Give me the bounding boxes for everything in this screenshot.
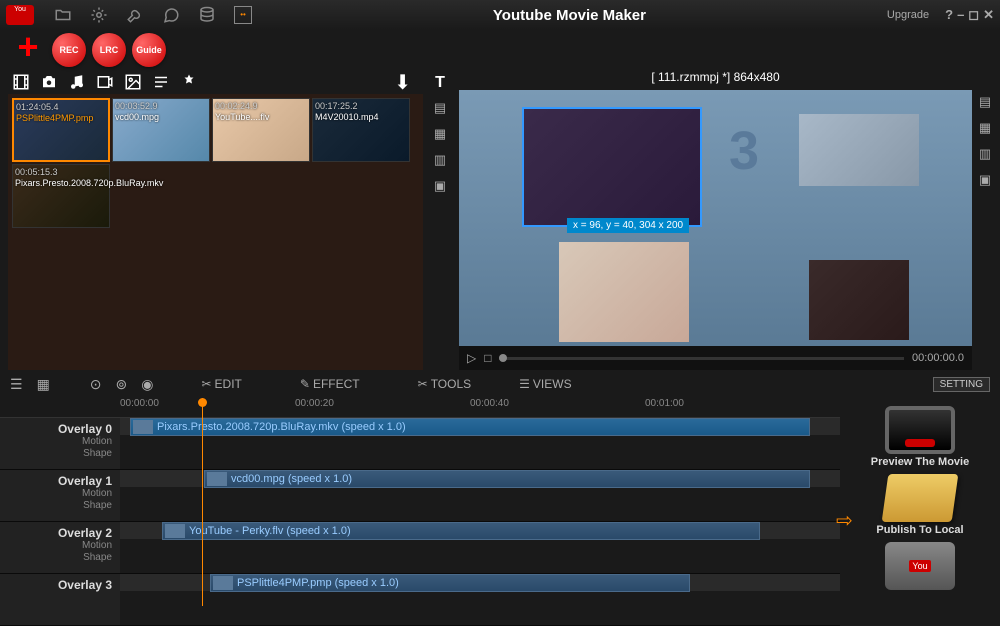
media-item[interactable]: 01:24:05.4PSPlittle4PMP.pmp (12, 98, 110, 162)
snap-grid-icon[interactable]: ▣ (976, 172, 994, 190)
image-icon[interactable] (124, 73, 142, 91)
help-icon[interactable]: ? (945, 7, 953, 23)
effect-button[interactable]: ✎EFFECT (300, 377, 360, 391)
playhead[interactable] (202, 398, 203, 606)
play-circle-icon[interactable]: ⊚ (116, 376, 128, 393)
gear-icon[interactable] (90, 6, 108, 24)
preview-movie-button[interactable]: Preview The Movie (871, 406, 969, 468)
chat-icon[interactable] (162, 6, 180, 24)
edit-button[interactable]: ✂EDIT (201, 377, 241, 391)
timeline-clip[interactable]: PSPlittle4PMP.pmp (speed x 1.0) (210, 574, 690, 592)
playback-controls: ▷ □ 00:00:00.0 (459, 346, 972, 370)
overlay-clip[interactable] (809, 260, 909, 340)
timecode: 00:00:00.0 (912, 352, 964, 364)
close-icon[interactable]: ✕ (983, 7, 994, 23)
top-menu-bar: You •• Youtube Movie Maker Upgrade ? – ◻… (0, 0, 1000, 30)
film-icon[interactable] (12, 73, 30, 91)
overlay-clip[interactable] (799, 114, 919, 186)
seek-bar[interactable] (499, 357, 904, 360)
timeline-clip[interactable]: Pixars.Presto.2008.720p.BluRay.mkv (spee… (130, 418, 810, 436)
logo-icon: You (6, 5, 34, 25)
align-left-icon[interactable]: ▤ (431, 100, 449, 118)
views-button[interactable]: ☰VIEWS (519, 377, 571, 391)
align-center-icon[interactable]: ▦ (431, 126, 449, 144)
align-right-icon[interactable]: ▥ (431, 152, 449, 170)
wrench-icon[interactable] (126, 6, 144, 24)
media-item[interactable]: 00:02:24.9YouTube....flv (212, 98, 310, 162)
download-icon[interactable]: ⬇ (394, 70, 411, 95)
snap-top-icon[interactable]: ▤ (976, 94, 994, 112)
preview-title: [ 111.rzmmpj *] 864x480 (455, 70, 976, 90)
overlay-clip-selected[interactable] (522, 107, 702, 227)
home-icon[interactable]: ⊙ (90, 376, 102, 393)
media-grid: 01:24:05.4PSPlittle4PMP.pmp 00:03:52.9vc… (8, 94, 423, 370)
snap-bot-icon[interactable]: ▥ (976, 146, 994, 164)
puzzle-icon[interactable] (180, 73, 198, 91)
media-item[interactable]: 00:17:25.2M4V20010.mp4 (312, 98, 410, 162)
camera-icon[interactable] (40, 73, 58, 91)
media-item[interactable]: 00:03:52.9vcd00.mpg (112, 98, 210, 162)
publish-local-button[interactable]: Publish To Local (876, 474, 963, 536)
guide-button[interactable]: Guide (132, 33, 166, 67)
tools-button[interactable]: ✂TOOLS (418, 377, 472, 391)
coordinate-label: x = 96, y = 40, 304 x 200 (567, 218, 689, 233)
timeline-track: Overlay 2MotionShape YouTube - Perky.flv… (0, 522, 840, 574)
setting-button[interactable]: SETTING (933, 377, 990, 392)
preview-area: T ▤ ▦ ▥ ▣ [ 111.rzmmpj *] 864x480 3 x = … (431, 70, 1000, 370)
menu-icon[interactable]: ☰ (10, 376, 23, 393)
play-icon[interactable]: ▷ (467, 351, 476, 365)
snap-mid-icon[interactable]: ▦ (976, 120, 994, 138)
timeline-track: Overlay 3 PSPlittle4PMP.pmp (speed x 1.0… (0, 574, 840, 626)
timeline-ruler[interactable]: 00:00:00 00:00:20 00:00:40 00:01:00 (0, 398, 840, 418)
record-circle-icon[interactable]: ◉ (141, 376, 153, 393)
add-button[interactable]: + (10, 32, 46, 68)
timeline-track: Overlay 0MotionShape Pixars.Presto.2008.… (0, 418, 840, 470)
screen-icon[interactable]: •• (234, 6, 252, 24)
media-item[interactable]: 00:05:15.3Pixars.Presto.2008.720p.BluRay… (12, 164, 110, 228)
mid-toolbar: ☰ ▦ ⊙ ⊚ ◉ ✂EDIT ✎EFFECT ✂TOOLS ☰VIEWS SE… (0, 370, 1000, 398)
app-title: Youtube Movie Maker (252, 7, 887, 24)
timeline-track: Overlay 1MotionShape vcd00.mpg (speed x … (0, 470, 840, 522)
maximize-icon[interactable]: ◻ (968, 7, 979, 23)
youtube-button[interactable] (885, 542, 955, 590)
arrow-right-icon[interactable]: ⇨ (836, 508, 853, 533)
overlay-clip[interactable] (559, 242, 689, 342)
background-number: 3 (729, 120, 759, 182)
stop-icon[interactable]: □ (484, 351, 491, 365)
list-icon[interactable] (152, 73, 170, 91)
timeline-clip[interactable]: vcd00.mpg (speed x 1.0) (204, 470, 810, 488)
folder-icon[interactable] (54, 6, 72, 24)
lrc-button[interactable]: LRC (92, 33, 126, 67)
align-bottom-icon[interactable]: ▣ (431, 178, 449, 196)
media-panel: ⬇ 01:24:05.4PSPlittle4PMP.pmp 00:03:52.9… (8, 70, 423, 370)
minimize-icon[interactable]: – (957, 7, 964, 23)
action-row: + REC LRC Guide (0, 30, 1000, 70)
upgrade-link[interactable]: Upgrade (887, 9, 929, 21)
music-icon[interactable] (68, 73, 86, 91)
timeline: 00:00:00 00:00:20 00:00:40 00:01:00 Over… (0, 398, 840, 626)
side-panel: ⇨ Preview The Movie Publish To Local (840, 398, 1000, 626)
grid-icon[interactable]: ▦ (37, 376, 50, 393)
rec-button[interactable]: REC (52, 33, 86, 67)
text-tool-icon[interactable]: T (431, 74, 449, 92)
preview-canvas[interactable]: 3 x = 96, y = 40, 304 x 200 (459, 90, 972, 346)
video-icon[interactable] (96, 73, 114, 91)
timeline-clip[interactable]: YouTube - Perky.flv (speed x 1.0) (162, 522, 760, 540)
database-icon[interactable] (198, 6, 216, 24)
